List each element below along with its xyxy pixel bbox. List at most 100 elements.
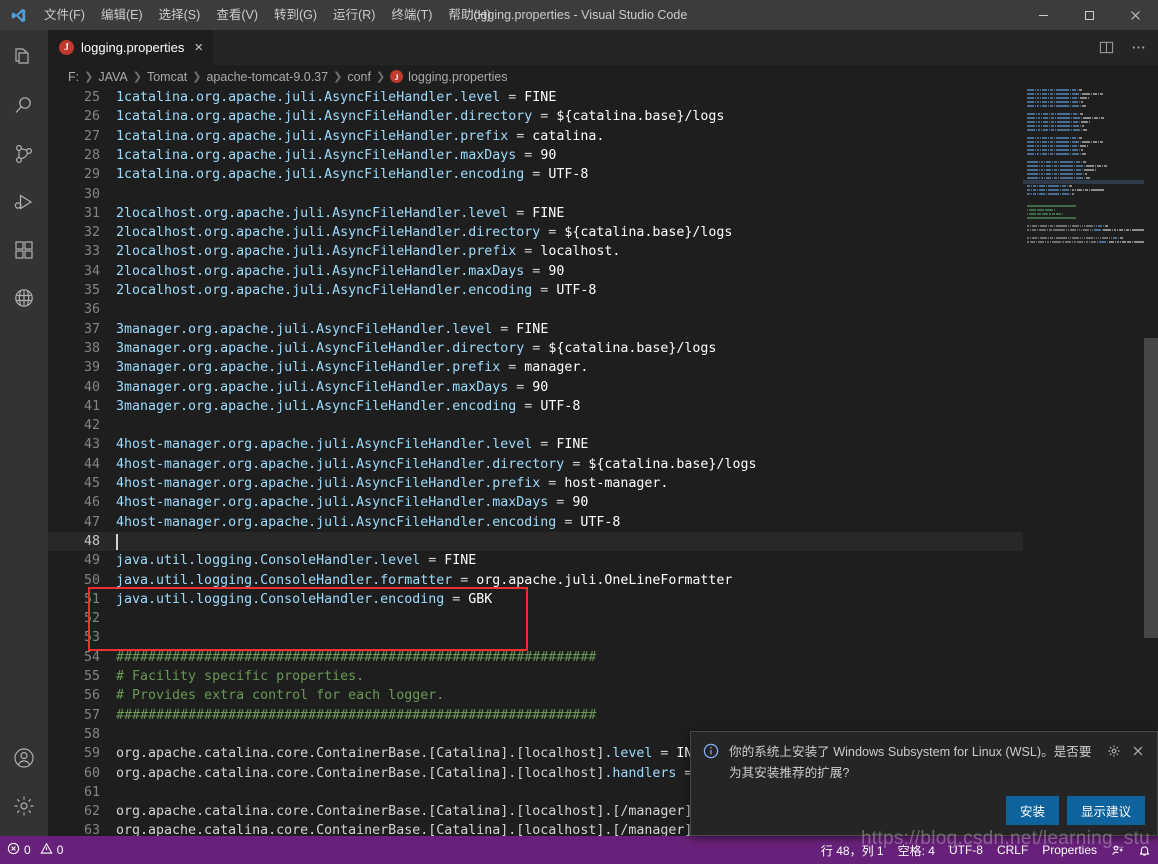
- menu-run[interactable]: 运行(R): [325, 0, 383, 30]
- code-line-51[interactable]: 51java.util.logging.ConsoleHandler.encod…: [48, 590, 1023, 609]
- account-icon[interactable]: [0, 734, 48, 782]
- title-bar: 文件(F) 编辑(E) 选择(S) 查看(V) 转到(G) 运行(R) 终端(T…: [0, 0, 1158, 30]
- code-line-45[interactable]: 454host-manager.org.apache.juli.AsyncFil…: [48, 474, 1023, 493]
- breadcrumb-item-5[interactable]: J logging.properties: [390, 70, 507, 84]
- line-number: 44: [48, 455, 100, 474]
- breadcrumb-item-3[interactable]: apache-tomcat-9.0.37: [206, 70, 328, 84]
- scrollbar-thumb[interactable]: [1144, 338, 1158, 638]
- tab-logging-properties[interactable]: J logging.properties ×: [48, 30, 214, 65]
- close-icon[interactable]: [1112, 0, 1158, 30]
- code-line-30[interactable]: 30: [48, 185, 1023, 204]
- status-language-mode[interactable]: Properties: [1035, 836, 1104, 864]
- code-line-25[interactable]: 251catalina.org.apache.juli.AsyncFileHan…: [48, 88, 1023, 107]
- status-indentation[interactable]: 空格: 4: [891, 836, 942, 864]
- line-number: 28: [48, 146, 100, 165]
- minimap[interactable]: [1023, 88, 1144, 836]
- activity-bar: [0, 30, 48, 836]
- code-line-57[interactable]: 57######################################…: [48, 706, 1023, 725]
- menu-help[interactable]: 帮助(H): [440, 0, 498, 30]
- code-line-38[interactable]: 383manager.org.apache.juli.AsyncFileHand…: [48, 339, 1023, 358]
- gear-icon[interactable]: [1107, 744, 1121, 763]
- close-icon[interactable]: [1131, 744, 1145, 763]
- editor-vertical-scrollbar[interactable]: [1144, 88, 1158, 836]
- code-line-34[interactable]: 342localhost.org.apache.juli.AsyncFileHa…: [48, 262, 1023, 281]
- menu-go[interactable]: 转到(G): [266, 0, 325, 30]
- line-number: 51: [48, 590, 100, 609]
- notification-message: 你的系统上安装了 Windows Subsystem for Linux (WS…: [729, 742, 1099, 784]
- code-line-50[interactable]: 50java.util.logging.ConsoleHandler.forma…: [48, 571, 1023, 590]
- breadcrumb-item-2[interactable]: Tomcat: [147, 70, 187, 84]
- code-line-48[interactable]: 48: [48, 532, 1023, 551]
- code-line-35[interactable]: 352localhost.org.apache.juli.AsyncFileHa…: [48, 281, 1023, 300]
- tab-label: logging.properties: [81, 40, 184, 55]
- line-text: 1catalina.org.apache.juli.AsyncFileHandl…: [116, 88, 556, 107]
- code-line-33[interactable]: 332localhost.org.apache.juli.AsyncFileHa…: [48, 242, 1023, 261]
- status-cursor-position[interactable]: 行 48，列 1: [814, 836, 891, 864]
- code-line-43[interactable]: 434host-manager.org.apache.juli.AsyncFil…: [48, 435, 1023, 454]
- breadcrumb-item-0[interactable]: F:: [68, 70, 79, 84]
- menu-file[interactable]: 文件(F): [36, 0, 93, 30]
- code-line-37[interactable]: 373manager.org.apache.juli.AsyncFileHand…: [48, 320, 1023, 339]
- code-line-52[interactable]: 52: [48, 609, 1023, 628]
- install-button[interactable]: 安装: [1006, 796, 1059, 825]
- show-recommendations-button[interactable]: 显示建议: [1067, 796, 1145, 825]
- maximize-icon[interactable]: [1066, 0, 1112, 30]
- notification-toast[interactable]: 你的系统上安装了 Windows Subsystem for Linux (WS…: [690, 731, 1158, 836]
- source-control-icon[interactable]: [0, 130, 48, 178]
- code-line-31[interactable]: 312localhost.org.apache.juli.AsyncFileHa…: [48, 204, 1023, 223]
- bell-icon[interactable]: [1131, 836, 1158, 864]
- code-line-41[interactable]: 413manager.org.apache.juli.AsyncFileHand…: [48, 397, 1023, 416]
- status-eol[interactable]: CRLF: [990, 836, 1035, 864]
- search-icon[interactable]: [0, 82, 48, 130]
- line-text: ########################################…: [116, 648, 596, 667]
- minimize-icon[interactable]: [1020, 0, 1066, 30]
- breadcrumb-item-1[interactable]: JAVA: [98, 70, 127, 84]
- line-number: 34: [48, 262, 100, 281]
- code-line-55[interactable]: 55 # Facility specific properties.: [48, 667, 1023, 686]
- menu-edit[interactable]: 编辑(E): [93, 0, 151, 30]
- code-line-32[interactable]: 322localhost.org.apache.juli.AsyncFileHa…: [48, 223, 1023, 242]
- code-line-40[interactable]: 403manager.org.apache.juli.AsyncFileHand…: [48, 378, 1023, 397]
- code-line-42[interactable]: 42: [48, 416, 1023, 435]
- line-text: # Facility specific properties.: [116, 667, 364, 686]
- window-controls[interactable]: [1020, 0, 1158, 30]
- status-problems[interactable]: 0 0: [0, 836, 70, 864]
- code-line-26[interactable]: 261catalina.org.apache.juli.AsyncFileHan…: [48, 107, 1023, 126]
- menu-bar[interactable]: 文件(F) 编辑(E) 选择(S) 查看(V) 转到(G) 运行(R) 终端(T…: [36, 0, 499, 30]
- menu-view[interactable]: 查看(V): [208, 0, 266, 30]
- extensions-icon[interactable]: [0, 226, 48, 274]
- code-line-47[interactable]: 474host-manager.org.apache.juli.AsyncFil…: [48, 513, 1023, 532]
- menu-terminal[interactable]: 终端(T): [383, 0, 440, 30]
- line-text: ########################################…: [116, 706, 596, 725]
- status-encoding[interactable]: UTF-8: [942, 836, 990, 864]
- tab-close-icon[interactable]: ×: [194, 40, 203, 55]
- status-error-count: 0: [24, 843, 31, 857]
- code-line-36[interactable]: 36: [48, 300, 1023, 319]
- split-editor-icon[interactable]: [1092, 34, 1120, 62]
- code-line-56[interactable]: 56# Provides extra control for each logg…: [48, 686, 1023, 705]
- line-text: 3manager.org.apache.juli.AsyncFileHandle…: [116, 358, 588, 377]
- code-line-54[interactable]: 54######################################…: [48, 648, 1023, 667]
- explorer-icon[interactable]: [0, 34, 48, 82]
- code-editor[interactable]: 251catalina.org.apache.juli.AsyncFileHan…: [48, 88, 1158, 836]
- line-text: 1catalina.org.apache.juli.AsyncFileHandl…: [116, 146, 556, 165]
- code-line-49[interactable]: 49java.util.logging.ConsoleHandler.level…: [48, 551, 1023, 570]
- code-line-53[interactable]: 53: [48, 628, 1023, 647]
- run-debug-icon[interactable]: [0, 178, 48, 226]
- code-line-29[interactable]: 291catalina.org.apache.juli.AsyncFileHan…: [48, 165, 1023, 184]
- code-line-39[interactable]: 393manager.org.apache.juli.AsyncFileHand…: [48, 358, 1023, 377]
- line-number: 46: [48, 493, 100, 512]
- code-line-27[interactable]: 271catalina.org.apache.juli.AsyncFileHan…: [48, 127, 1023, 146]
- line-number: 62: [48, 802, 100, 821]
- code-line-46[interactable]: 464host-manager.org.apache.juli.AsyncFil…: [48, 493, 1023, 512]
- feedback-icon[interactable]: [1104, 836, 1131, 864]
- line-number: 55: [48, 667, 100, 686]
- menu-selection[interactable]: 选择(S): [151, 0, 209, 30]
- gear-icon[interactable]: [0, 782, 48, 830]
- code-line-44[interactable]: 444host-manager.org.apache.juli.AsyncFil…: [48, 455, 1023, 474]
- code-line-28[interactable]: 28 1catalina.org.apache.juli.AsyncFileHan…: [48, 146, 1023, 165]
- remote-explorer-icon[interactable]: [0, 274, 48, 322]
- more-actions-icon[interactable]: [1124, 34, 1152, 62]
- breadcrumb-item-4[interactable]: conf: [347, 70, 371, 84]
- code-lines[interactable]: 251catalina.org.apache.juli.AsyncFileHan…: [48, 88, 1023, 836]
